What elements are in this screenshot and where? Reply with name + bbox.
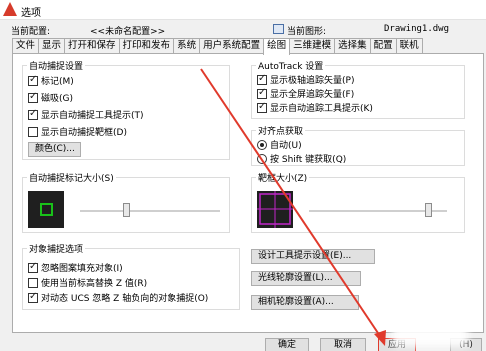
annotation-arrow-icon — [200, 68, 386, 346]
tab-drafting[interactable]: 绘图 — [263, 38, 291, 55]
